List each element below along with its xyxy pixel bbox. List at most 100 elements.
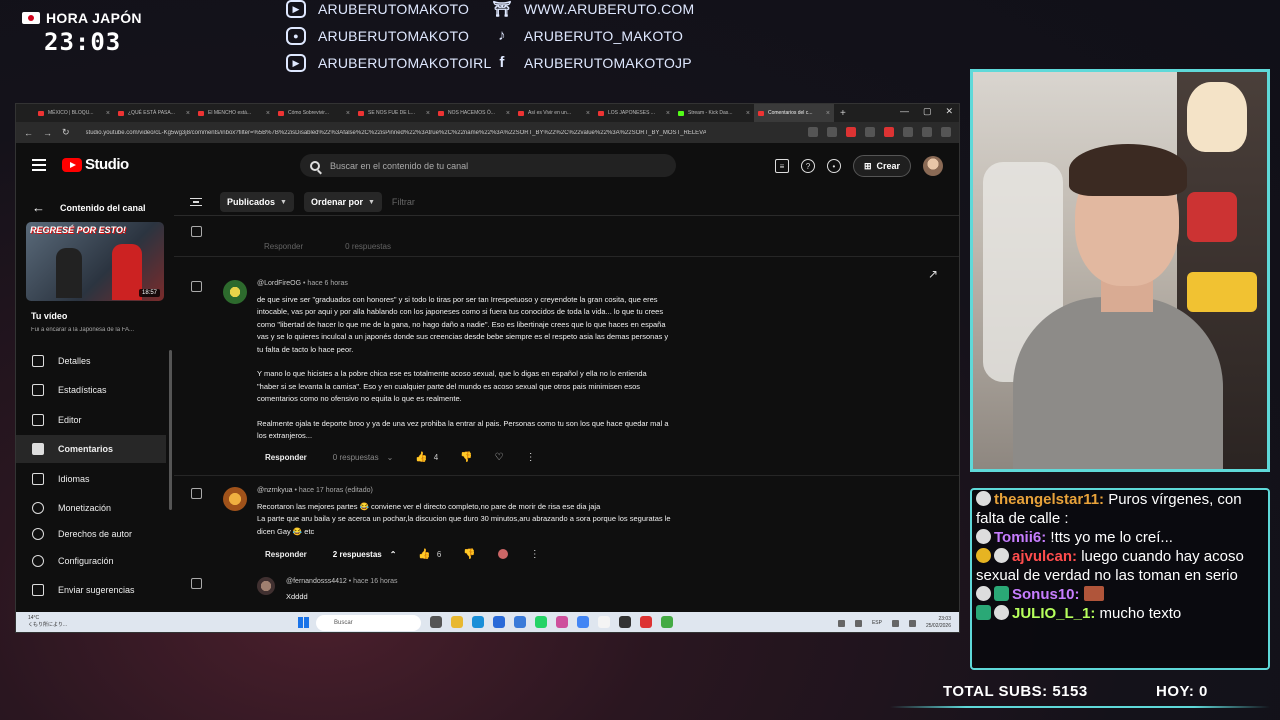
account-avatar[interactable] — [923, 156, 943, 176]
back-arrow-icon[interactable]: ← — [32, 200, 45, 215]
sidebar-item-detalles[interactable]: Detalles — [16, 347, 166, 375]
reply-checkbox[interactable] — [191, 578, 202, 589]
reload-icon[interactable]: ↻ — [62, 127, 70, 138]
reply-button[interactable]: Responder — [257, 545, 315, 563]
sort-by-chip[interactable]: Ordenar por ▼ — [303, 192, 382, 212]
file-explorer-icon[interactable] — [451, 616, 463, 628]
browser-tab[interactable]: El MENCHO está... × — [194, 104, 274, 122]
search-input[interactable] — [330, 160, 650, 171]
help-icon[interactable]: ? — [800, 159, 815, 173]
browser-menu-icon[interactable] — [941, 127, 951, 137]
sidebar-item-derechos-de-autor[interactable]: Derechos de autor — [16, 524, 166, 544]
taskbar-search[interactable]: Buscar — [316, 615, 421, 631]
reply-button[interactable]: Responder — [257, 448, 315, 466]
close-tab-icon[interactable]: × — [826, 110, 830, 117]
commenter-avatar[interactable] — [223, 280, 247, 304]
thumbs-down-icon[interactable]: 👎 — [460, 452, 472, 463]
tray-icon[interactable] — [837, 619, 845, 627]
heart-icon[interactable]: ♡ — [495, 452, 504, 463]
new-tab-icon[interactable]: + — [840, 108, 846, 119]
sidebar-item-enviar-sugerencias[interactable]: Enviar sugerencias — [16, 576, 166, 604]
filter-input[interactable]: Filtrar — [392, 197, 415, 207]
input-language[interactable]: ESP — [872, 620, 882, 626]
close-tab-icon[interactable]: × — [186, 110, 190, 117]
browser-tab-active[interactable]: Comentarios del c... × — [754, 104, 834, 122]
browser-tab[interactable]: SE NOS FUE DE L... × — [354, 104, 434, 122]
bookmark-star-icon[interactable] — [827, 127, 837, 137]
extensions-puzzle-icon[interactable] — [903, 127, 913, 137]
open-external-icon[interactable]: ↗ — [928, 267, 938, 281]
edge-icon[interactable] — [472, 616, 484, 628]
app-icon[interactable] — [640, 616, 652, 628]
browser-tab[interactable]: ¿QUÉ ESTÁ PASA... × — [114, 104, 194, 122]
more-options-icon[interactable]: ⋮ — [526, 452, 536, 463]
replies-toggle[interactable]: 0 respuestas ⌄ — [333, 453, 394, 462]
hamburger-menu-icon[interactable] — [32, 159, 46, 171]
commenter-avatar[interactable] — [223, 487, 247, 511]
studio-logo[interactable]: Studio — [62, 156, 129, 173]
obs-icon[interactable] — [619, 616, 631, 628]
extension-icon[interactable] — [884, 127, 894, 137]
browser-tab[interactable]: Stream - Kick Das... × — [674, 104, 754, 122]
create-button[interactable]: ⊞ Crear — [852, 155, 911, 177]
sidebar-item-configuracion[interactable]: Configuración — [16, 547, 166, 575]
creator-heart-avatar[interactable] — [497, 549, 508, 559]
volume-icon[interactable] — [908, 619, 916, 627]
wifi-icon[interactable] — [891, 619, 899, 627]
feedback-icon[interactable]: ≡ — [774, 159, 789, 173]
sidebar-item-monetizacion[interactable]: Monetización — [16, 494, 166, 522]
more-options-icon[interactable]: ⋮ — [530, 549, 540, 560]
taskbar-clock[interactable]: 23:03 25/02/2026 — [926, 616, 951, 630]
windows-start-icon[interactable] — [298, 617, 309, 628]
task-view-icon[interactable] — [430, 616, 442, 628]
notepad-icon[interactable] — [598, 616, 610, 628]
close-tab-icon[interactable]: × — [266, 110, 270, 117]
close-tab-icon[interactable]: × — [586, 110, 590, 117]
browser-tab[interactable]: LOS JAPONESES ... × — [594, 104, 674, 122]
comment-checkbox[interactable] — [191, 281, 202, 292]
sidebar-item-comentarios[interactable]: Comentarios — [16, 435, 166, 463]
close-tab-icon[interactable]: × — [346, 110, 350, 117]
replies-toggle[interactable]: 2 respuestas ⌃ — [333, 550, 397, 559]
video-thumbnail[interactable]: REGRESÉ POR ESTO! 18:57 — [26, 222, 164, 301]
url-field[interactable]: studio.youtube.com/video/cL-Kg5wg3j8/com… — [86, 130, 706, 136]
commenter-handle[interactable]: @nzrnkyua — [257, 487, 293, 494]
close-window-icon[interactable]: ✕ — [945, 106, 953, 117]
zoom-icon[interactable] — [808, 127, 818, 137]
maximize-icon[interactable]: ▢ — [923, 106, 932, 117]
minimize-icon[interactable]: — — [900, 106, 909, 117]
app-icon[interactable] — [556, 616, 568, 628]
comment-checkbox[interactable] — [191, 488, 202, 499]
sidebar-scrollbar[interactable] — [169, 350, 172, 510]
notifications-bell-icon[interactable]: • — [826, 159, 841, 173]
reply-button[interactable]: Responder — [264, 242, 303, 251]
chrome-icon[interactable] — [577, 616, 589, 628]
weather-widget[interactable]: 14°C くもり所により... — [28, 615, 67, 629]
store-icon[interactable] — [493, 616, 505, 628]
thumbs-up-icon[interactable]: 👍 — [415, 452, 427, 463]
close-tab-icon[interactable]: × — [106, 110, 110, 117]
thumbs-up-icon[interactable]: 👍 — [418, 549, 430, 560]
back-arrow-icon[interactable]: ← — [24, 128, 33, 138]
sidebar-item-editor[interactable]: Editor — [16, 406, 166, 434]
select-all-checkbox[interactable] — [191, 226, 202, 237]
browser-tab[interactable]: Cómo Sobrevivir... × — [274, 104, 354, 122]
published-filter-chip[interactable]: Publicados ▼ — [220, 192, 294, 212]
sidebar-item-idiomas[interactable]: Idiomas — [16, 465, 166, 493]
commenter-handle[interactable]: @LordFireOG — [257, 280, 301, 287]
channel-content-link[interactable]: Contenido del canal — [60, 203, 146, 213]
extension-icon[interactable] — [865, 127, 875, 137]
browser-tab[interactable]: MÉXICO | BLOQU... × — [34, 104, 114, 122]
thumbs-down-icon[interactable]: 👎 — [463, 549, 475, 560]
sidebar-item-estadisticas[interactable]: Estadísticas — [16, 376, 166, 404]
commenter-avatar[interactable] — [257, 577, 275, 595]
tray-icon[interactable] — [854, 619, 862, 627]
app-icon[interactable] — [661, 616, 673, 628]
extension-icon[interactable] — [846, 127, 856, 137]
forward-arrow-icon[interactable]: → — [43, 128, 52, 138]
whatsapp-icon[interactable] — [535, 616, 547, 628]
profile-icon[interactable] — [922, 127, 932, 137]
close-tab-icon[interactable]: × — [746, 110, 750, 117]
close-tab-icon[interactable]: × — [506, 110, 510, 117]
browser-tab[interactable]: Así es Vivir en un... × — [514, 104, 594, 122]
